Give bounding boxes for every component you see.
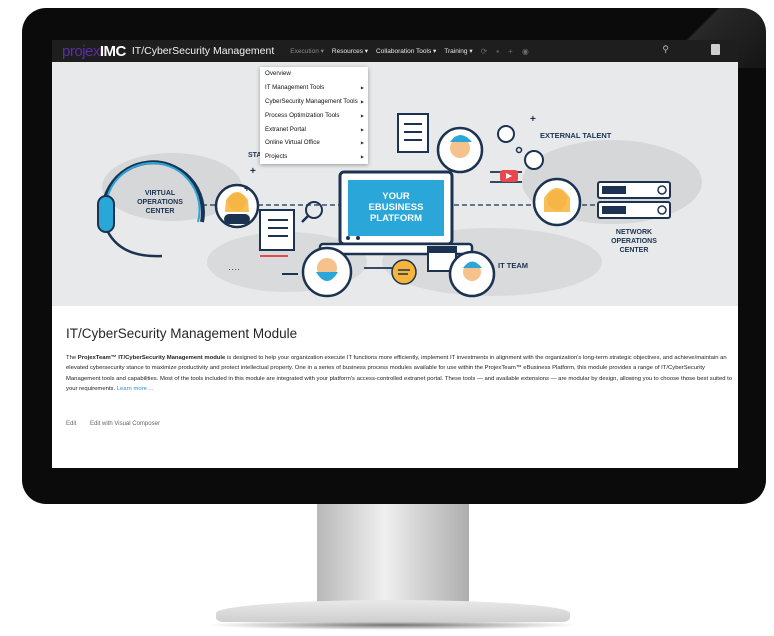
dropdown-item-projects[interactable]: Projects ▶ <box>260 150 368 164</box>
page-title: IT/CyberSecurity Management Module <box>66 326 298 341</box>
plus-glyph: + <box>250 166 256 177</box>
main-menu: Execution ▾ Resources ▾ Collaboration To… <box>290 47 538 56</box>
chat-bubble-icon <box>391 259 417 285</box>
navbar-right: ⚲ <box>662 44 720 55</box>
person-icon <box>524 150 544 170</box>
dots-text: ···· <box>228 264 240 274</box>
refresh-icon[interactable]: ⟳ <box>481 47 488 56</box>
menu-training[interactable]: Training ▾ <box>444 47 472 55</box>
monitor-stand-neck <box>317 504 469 602</box>
description-bold-text: ProjexTeam™ IT/CyberSecurity Management … <box>77 355 226 361</box>
dropdown-item-overview[interactable]: Overview <box>260 67 368 81</box>
chevron-right-icon: ▶ <box>360 98 364 104</box>
laptop-dot <box>356 236 360 240</box>
user-icon[interactable] <box>711 44 720 55</box>
headset-earpiece <box>97 195 115 233</box>
virtual-ops-line2: OPERATIONS <box>137 199 183 206</box>
dropdown-item-label: CyberSecurity Management Tools <box>265 97 358 105</box>
logo-text-pro: pro <box>62 42 83 60</box>
dropdown-item-label: Extranet Portal <box>265 125 306 133</box>
dropdown-item-label: Process Optimization Tools <box>265 111 340 119</box>
dropdown-item-cybersecurity-management-tools[interactable]: CyberSecurity Management Tools ▶ <box>260 95 368 109</box>
dropdown-item-extranet-portal[interactable]: Extranet Portal ▶ <box>260 122 368 136</box>
chevron-right-icon: ▶ <box>360 85 364 91</box>
virtual-ops-line3: CENTER <box>146 208 175 215</box>
plus-glyph: + <box>244 184 250 195</box>
checklist-doc <box>259 209 295 251</box>
plus-glyph: + <box>530 114 536 125</box>
dropdown-item-process-optimization-tools[interactable]: Process Optimization Tools ▶ <box>260 108 368 122</box>
external-talent-label: EXTERNAL TALENT <box>540 131 612 140</box>
platform-line1: YOUR <box>382 191 410 202</box>
logo-text-imc: IMC <box>99 42 127 60</box>
headset-mic <box>106 231 163 258</box>
hero-graphic: VIRTUAL OPERATIONS CENTER ···· STA + + Y… <box>97 113 702 298</box>
network-ops-line3: CENTER <box>620 247 649 254</box>
network-ops-line1: NETWORK <box>616 229 652 236</box>
it-team-label: IT TEAM <box>498 261 528 270</box>
server-bars <box>602 206 626 214</box>
hero-illustration: VIRTUAL OPERATIONS CENTER ···· STA + + Y… <box>52 62 738 306</box>
site-title[interactable]: IT/CyberSecurity Management <box>132 45 274 57</box>
dropdown-item-label: Projects <box>265 153 288 161</box>
module-description: The ProjexTeam™ IT/CyberSecurity Managem… <box>66 353 734 395</box>
search-icon[interactable]: ⚲ <box>662 44 669 55</box>
browser-screen: projexIMC IT/CyberSecurity Management Ex… <box>52 40 738 468</box>
comment-icon[interactable]: ▪ <box>496 47 499 56</box>
avatar-body <box>224 214 250 224</box>
menu-collaboration-tools[interactable]: Collaboration Tools ▾ <box>376 47 436 55</box>
platform-line3: PLATFORM <box>370 213 422 224</box>
network-ops-line2: OPERATIONS <box>611 238 657 245</box>
monitor-stand-base <box>216 600 570 622</box>
chevron-right-icon: ▶ <box>360 154 364 160</box>
top-navbar: projexIMC IT/CyberSecurity Management Ex… <box>52 40 738 62</box>
edit-link[interactable]: Edit <box>66 421 76 427</box>
menu-execution[interactable]: Execution ▾ <box>290 47 324 55</box>
platform-line2: EBUSINESS <box>369 202 424 213</box>
calendar-header <box>428 247 456 253</box>
execution-dropdown-menu: Overview IT Management Tools ▶ CyberSecur… <box>260 67 368 164</box>
chevron-right-icon: ▶ <box>360 126 364 132</box>
server-bars <box>602 186 626 194</box>
site-logo[interactable]: projexIMC <box>62 43 126 60</box>
dashboard-icon[interactable]: ◉ <box>522 47 529 56</box>
main-content: IT/CyberSecurity Management Module The P… <box>52 306 738 468</box>
learn-more-link[interactable]: Learn more ... <box>117 386 154 392</box>
edit-links: Edit Edit with Visual Composer <box>66 421 172 427</box>
logo-text-jex: jex <box>82 42 100 60</box>
magnifier-handle <box>301 215 309 223</box>
menu-resources[interactable]: Resources ▾ <box>332 47 368 55</box>
dropdown-item-online-virtual-office[interactable]: Online Virtual Office ▶ <box>260 136 368 150</box>
small-circle <box>515 146 523 154</box>
description-text: The <box>66 355 78 361</box>
laptop-dot <box>346 236 350 240</box>
plus-icon[interactable]: + <box>508 47 513 56</box>
chevron-right-icon: ▶ <box>360 140 364 146</box>
person-icon <box>497 125 515 143</box>
dropdown-item-label: IT Management Tools <box>265 84 325 92</box>
virtual-ops-line1: VIRTUAL <box>145 190 176 197</box>
chevron-right-icon: ▶ <box>360 112 364 118</box>
edit-visual-composer-link[interactable]: Edit with Visual Composer <box>90 421 160 427</box>
dropdown-item-label: Overview <box>265 70 291 78</box>
dropdown-item-it-management-tools[interactable]: IT Management Tools ▶ <box>260 81 368 95</box>
dropdown-item-label: Online Virtual Office <box>265 139 320 147</box>
